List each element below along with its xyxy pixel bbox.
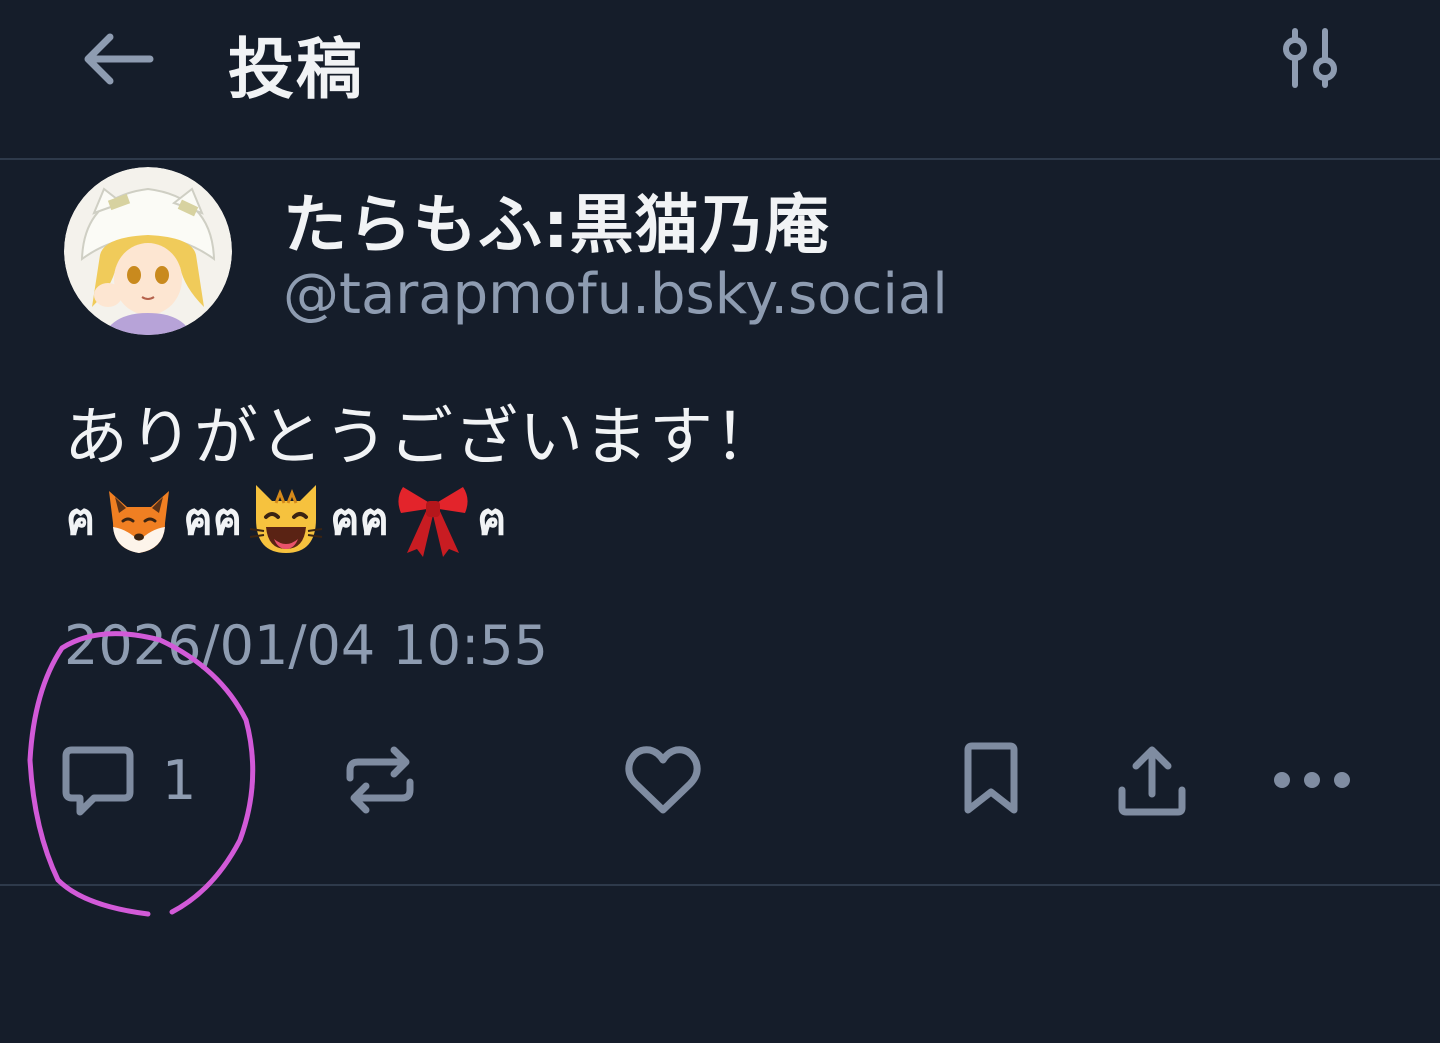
page-title: 投稿 (228, 31, 364, 108)
sliders-icon (1283, 28, 1337, 88)
like-button[interactable] (624, 740, 702, 820)
bookmark-icon (964, 742, 1018, 814)
post-timestamp: 2026/01/04 10:55 (64, 614, 549, 677)
repost-button[interactable] (342, 740, 418, 820)
author-display-name[interactable]: たらもふ:黒猫乃庵 (283, 174, 830, 266)
share-icon (1118, 746, 1186, 816)
paw-glyph: ฅ (66, 494, 96, 545)
arrow-left-icon (84, 33, 154, 85)
author-handle[interactable]: @tarapmofu.bsky.social (283, 262, 948, 327)
avatar[interactable] (64, 167, 232, 335)
thread-options-button[interactable] (1276, 24, 1346, 94)
back-button[interactable] (78, 24, 158, 94)
heart-icon (625, 746, 701, 814)
more-horizontal-icon (1274, 772, 1350, 788)
paw-glyph: ฅ (477, 494, 507, 545)
paw-glyph: ฅฅ (330, 494, 390, 545)
post-emoji-line: ฅ ฅฅ ฅฅ ฅ (64, 478, 509, 560)
post-thread-screen: 投稿 たらもふ:黒猫乃庵 @tarapmofu.bsky.social ありがと… (0, 0, 1440, 1043)
divider (0, 884, 1440, 886)
fox-emoji (109, 491, 170, 553)
reply-button[interactable]: 1 (60, 740, 196, 820)
repost-icon (346, 746, 414, 814)
reply-count: 1 (162, 748, 197, 812)
bookmark-button[interactable] (958, 740, 1024, 820)
paw-glyph: ฅฅ (183, 494, 243, 545)
post-text: ありがとうございます！ (64, 401, 779, 475)
grinning-cat-emoji (250, 485, 323, 553)
top-bar: 投稿 (0, 0, 1440, 160)
share-button[interactable] (1114, 740, 1190, 820)
comment-icon (62, 746, 134, 816)
ribbon-emoji (398, 487, 468, 557)
more-options-button[interactable] (1270, 740, 1354, 820)
